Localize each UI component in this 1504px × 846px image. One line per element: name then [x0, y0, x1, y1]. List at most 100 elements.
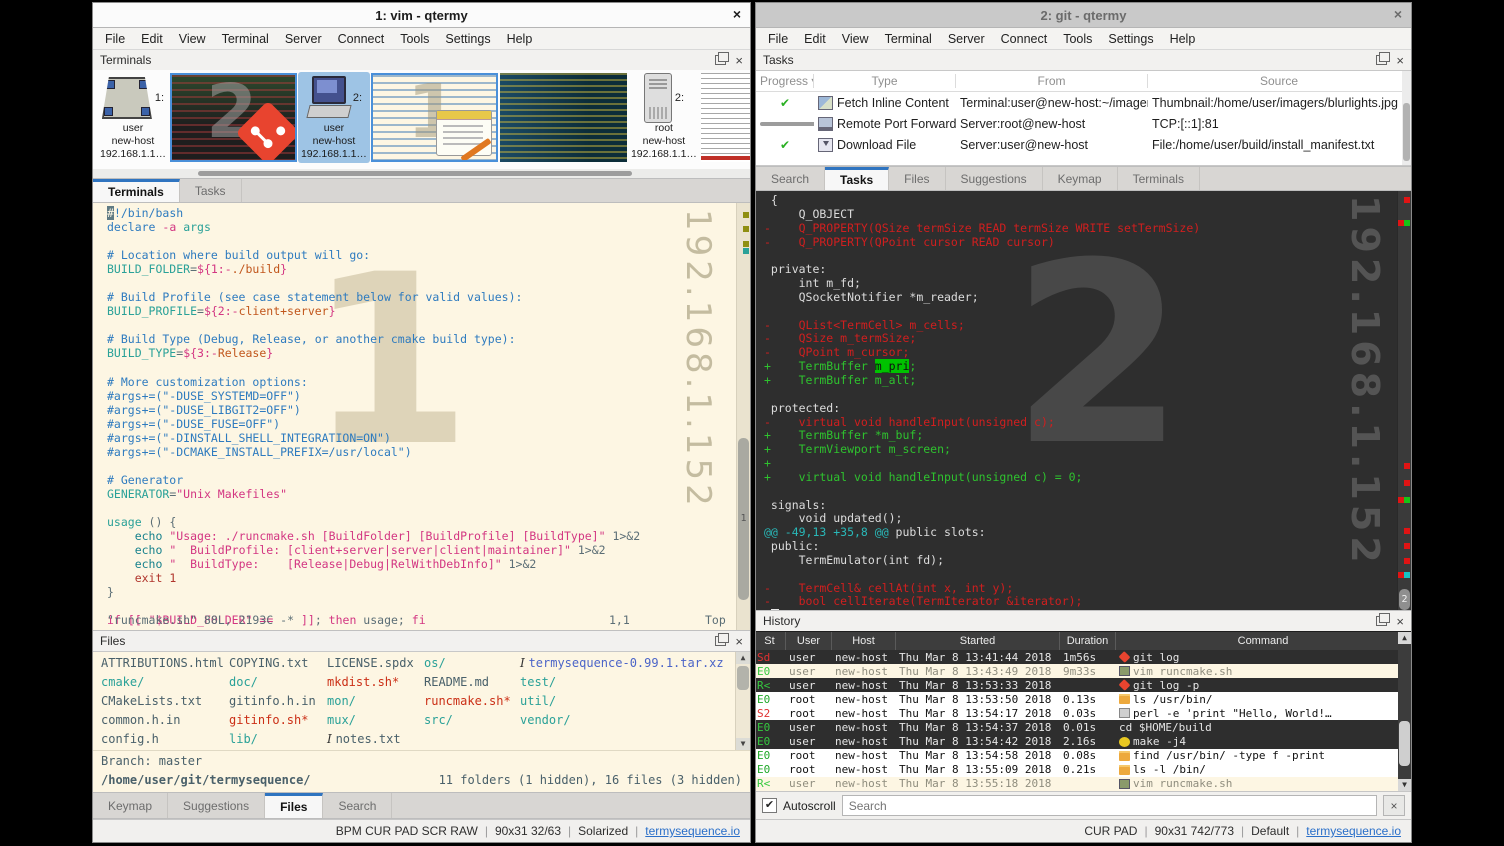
menu-terminal[interactable]: Terminal: [214, 30, 277, 48]
file-item[interactable]: test/: [520, 673, 724, 692]
search-input[interactable]: [842, 795, 1377, 816]
close-panel-icon[interactable]: ×: [1396, 54, 1404, 67]
file-item[interactable]: CMakeLists.txt: [101, 692, 224, 711]
terminal-thumbnail-gitdark[interactable]: 2: [170, 73, 297, 162]
tab-keymap[interactable]: Keymap: [1043, 167, 1118, 190]
scrollbar-annotation-mark[interactable]: [1404, 528, 1410, 534]
scroll-down-icon[interactable]: ▼: [736, 738, 750, 750]
history-row[interactable]: E0rootnew-hostThu Mar 8 13:55:09 20180.2…: [756, 763, 1411, 777]
scrollbar-annotation-mark[interactable]: [743, 248, 749, 254]
column-header-progress[interactable]: Progress ▾: [756, 74, 814, 88]
task-row[interactable]: Remote Port ForwardingServer:root@new-ho…: [756, 113, 1411, 134]
tab-suggestions[interactable]: Suggestions: [168, 793, 265, 818]
column-header-host[interactable]: Host: [832, 632, 896, 650]
close-panel-icon[interactable]: ×: [735, 635, 743, 648]
column-header-command[interactable]: Command: [1116, 632, 1411, 650]
termysequence-link[interactable]: termysequence.io: [1306, 824, 1401, 838]
file-item[interactable]: cmake/: [101, 673, 224, 692]
history-row[interactable]: E0usernew-hostThu Mar 8 13:54:42 20182.1…: [756, 735, 1411, 749]
terminal-thumbnail-white[interactable]: [701, 73, 750, 162]
column-header-duration[interactable]: Duration: [1060, 632, 1116, 650]
file-item[interactable]: lib/: [229, 730, 316, 749]
tab-terminals[interactable]: Terminals: [1118, 167, 1200, 190]
menu-terminal[interactable]: Terminal: [877, 30, 940, 48]
scrollbar-thumb[interactable]: [737, 666, 749, 690]
scrollbar-annotation-mark[interactable]: [1404, 558, 1410, 564]
scroll-up-icon[interactable]: ▲: [736, 652, 750, 664]
tab-files[interactable]: Files: [265, 793, 323, 818]
task-row[interactable]: ✔Download FileServer:user@new-hostFile:/…: [756, 134, 1411, 155]
close-icon[interactable]: ×: [1394, 6, 1402, 22]
file-item[interactable]: mux/: [327, 711, 414, 730]
tab-search[interactable]: Search: [756, 167, 825, 190]
scroll-down-icon[interactable]: ▼: [1398, 779, 1411, 791]
file-item[interactable]: os/: [424, 654, 511, 673]
scrollbar-annotation-mark[interactable]: [743, 212, 749, 218]
clear-search-icon[interactable]: ×: [1383, 795, 1405, 816]
scrollbar-annotation-mark[interactable]: [1398, 572, 1410, 578]
file-item[interactable]: doc/: [229, 673, 316, 692]
vim-terminal-pane[interactable]: 1 192.168.1.152 #!/bin/bashdeclare -a ar…: [93, 203, 750, 630]
terminal-scrollbar[interactable]: 2: [1397, 191, 1411, 610]
menu-file[interactable]: File: [760, 30, 796, 48]
tab-suggestions[interactable]: Suggestions: [946, 167, 1043, 190]
history-row[interactable]: R<usernew-hostThu Mar 8 13:55:18 2018vim…: [756, 777, 1411, 791]
column-header-from[interactable]: From: [956, 74, 1148, 88]
file-item[interactable]: util/: [520, 692, 724, 711]
history-row[interactable]: E0usernew-hostThu Mar 8 13:43:49 20189m3…: [756, 664, 1411, 678]
menu-connect[interactable]: Connect: [993, 30, 1056, 48]
menu-tools[interactable]: Tools: [392, 30, 437, 48]
server-item-user[interactable]: 1:usernew-host192.168.1.1…: [97, 72, 169, 163]
history-row[interactable]: R<usernew-hostThu Mar 8 13:53:33 2018git…: [756, 678, 1411, 692]
column-header-st[interactable]: St: [756, 632, 786, 650]
float-panel-icon[interactable]: [715, 636, 726, 646]
menu-settings[interactable]: Settings: [437, 30, 498, 48]
column-header-type[interactable]: Type: [814, 74, 956, 88]
scrollbar-annotation-mark[interactable]: [1404, 480, 1410, 486]
file-item[interactable]: I termysequence-0.99.1.tar.xz: [520, 654, 724, 673]
file-item[interactable]: LICENSE.spdx: [327, 654, 414, 673]
file-item[interactable]: vendor/: [520, 711, 724, 730]
terminal-thumbnail-vim[interactable]: 1: [371, 73, 498, 162]
file-item[interactable]: mon/: [327, 692, 414, 711]
title-bar[interactable]: 2: git - qtermy ×: [756, 3, 1411, 28]
file-item[interactable]: COPYING.txt: [229, 654, 316, 673]
scroll-up-icon[interactable]: ▲: [1398, 632, 1411, 644]
termysequence-link[interactable]: termysequence.io: [645, 824, 740, 838]
scrollbar-annotation-mark[interactable]: [1404, 197, 1410, 203]
history-scrollbar[interactable]: ▲▼: [1398, 632, 1411, 791]
tab-tasks[interactable]: Tasks: [825, 167, 889, 190]
terminal-thumbnail-teal[interactable]: [500, 73, 627, 162]
scrollbar-annotation-mark[interactable]: [743, 226, 749, 232]
tab-files[interactable]: Files: [889, 167, 945, 190]
scrollbar-annotation-mark[interactable]: [743, 241, 749, 247]
files-scrollbar[interactable]: ▲▼: [735, 652, 750, 750]
menu-view[interactable]: View: [834, 30, 877, 48]
tab-keymap[interactable]: Keymap: [93, 793, 168, 818]
tab-search[interactable]: Search: [323, 793, 392, 818]
menu-server[interactable]: Server: [940, 30, 993, 48]
file-item[interactable]: mkdist.sh*: [327, 673, 414, 692]
scrollbar-annotation-mark[interactable]: [1404, 463, 1410, 469]
float-panel-icon[interactable]: [1376, 55, 1387, 65]
menu-help[interactable]: Help: [499, 30, 541, 48]
column-header-user[interactable]: User: [786, 632, 832, 650]
title-bar[interactable]: 1: vim - qtermy ×: [93, 3, 750, 28]
menu-edit[interactable]: Edit: [796, 30, 834, 48]
file-item[interactable]: I notes.txt: [327, 730, 414, 749]
close-icon[interactable]: ×: [733, 6, 741, 22]
server-item-root[interactable]: 2:rootnew-host192.168.1.1…: [628, 72, 700, 163]
history-row[interactable]: Sdusernew-hostThu Mar 8 13:41:44 20181m5…: [756, 650, 1411, 664]
file-item[interactable]: runcmake.sh*: [424, 692, 511, 711]
close-panel-icon[interactable]: ×: [735, 54, 743, 67]
history-row[interactable]: E0usernew-hostThu Mar 8 13:54:37 20180.0…: [756, 720, 1411, 734]
menu-edit[interactable]: Edit: [133, 30, 171, 48]
float-panel-icon[interactable]: [1376, 616, 1387, 626]
history-row[interactable]: S2rootnew-hostThu Mar 8 13:54:17 20180.0…: [756, 706, 1411, 720]
tab-tasks[interactable]: Tasks: [180, 179, 242, 202]
file-item[interactable]: config.h: [101, 730, 224, 749]
column-header-source[interactable]: Source: [1148, 74, 1411, 88]
file-item[interactable]: src/: [424, 711, 511, 730]
menu-file[interactable]: File: [97, 30, 133, 48]
menu-tools[interactable]: Tools: [1055, 30, 1100, 48]
